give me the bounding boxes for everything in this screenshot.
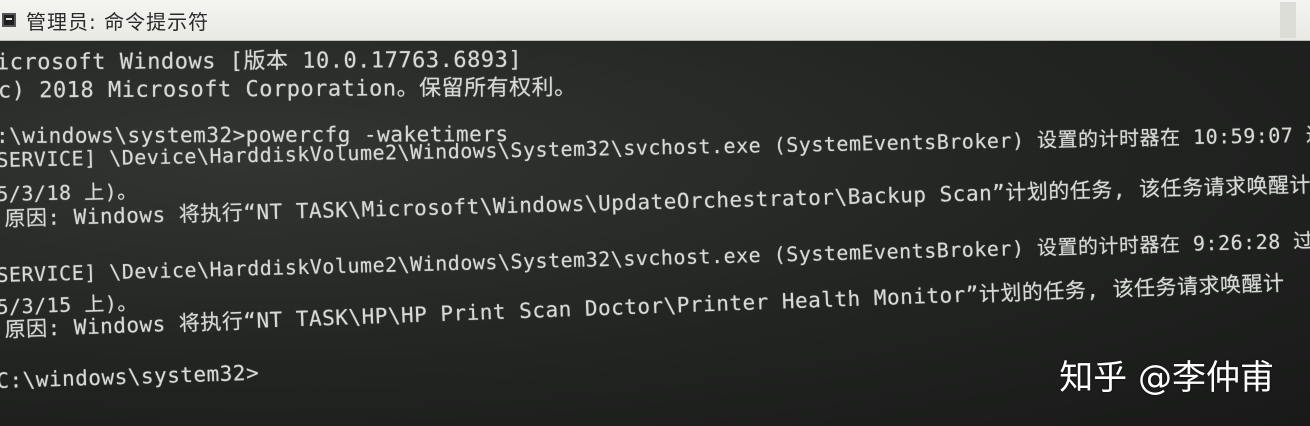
watermark-text: 知乎 @李仲甫 [1059, 358, 1274, 398]
console-line: c) 2018 Microsoft Corporation。保留所有权利。 [0, 75, 577, 104]
console-prompt[interactable]: C:\windows\system32> [0, 361, 259, 393]
title-bar[interactable]: 管理员: 命令提示符 [0, 0, 1310, 41]
cmd-icon [2, 13, 16, 27]
window-title: 管理员: 命令提示符 [26, 9, 210, 34]
console-line: 原因: Windows 将执行“NT TASK\Microsoft\Window… [4, 172, 1310, 231]
window-control-area[interactable] [1280, 2, 1296, 38]
